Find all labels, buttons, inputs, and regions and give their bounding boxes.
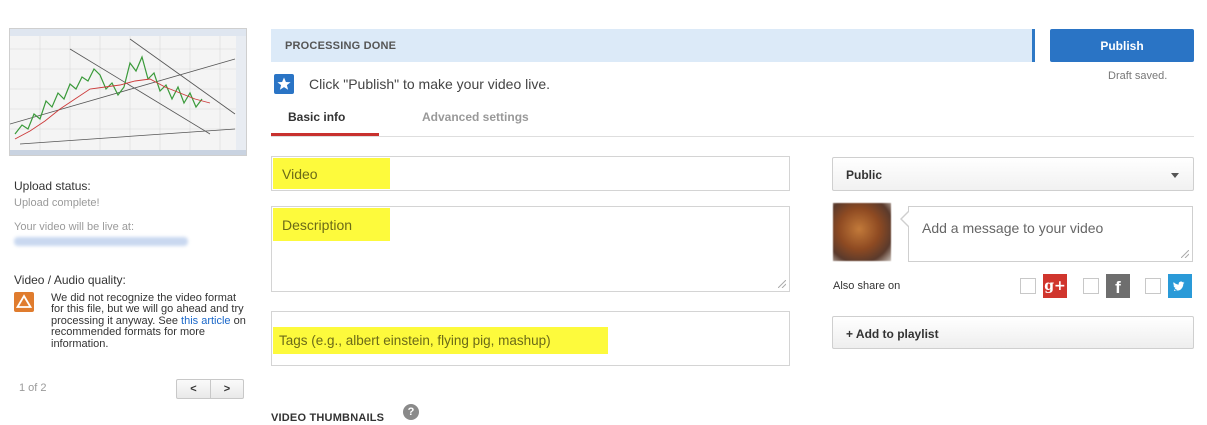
processing-status: PROCESSING DONE [285, 40, 397, 52]
warning-icon [14, 292, 34, 312]
processing-banner: PROCESSING DONE [271, 29, 1035, 62]
video-url-link[interactable] [14, 237, 188, 246]
share-facebook-checkbox[interactable] [1083, 278, 1099, 294]
add-to-playlist-button[interactable]: + Add to playlist [832, 316, 1194, 349]
share-google-checkbox[interactable] [1020, 278, 1036, 294]
tab-advanced-settings[interactable]: Advanced settings [422, 110, 529, 124]
pager-text: 1 of 2 [19, 382, 47, 394]
live-at-label: Your video will be live at: [14, 221, 135, 233]
description-field[interactable]: Description [271, 206, 790, 292]
help-icon[interactable]: ? [403, 404, 419, 420]
add-to-playlist-label: + Add to playlist [846, 327, 939, 341]
share-twitter-checkbox[interactable] [1145, 278, 1161, 294]
publish-hint: Click "Publish" to make your video live. [309, 76, 551, 92]
tags-field[interactable]: Tags (e.g., albert einstein, flying pig,… [271, 311, 790, 366]
upload-status-label: Upload status: [14, 179, 91, 193]
resize-handle-icon[interactable] [778, 280, 786, 288]
message-notch-fill [902, 211, 910, 227]
pager: < > [176, 379, 244, 399]
description-placeholder: Description [273, 208, 390, 241]
video-thumbnail [9, 28, 247, 156]
upload-status-value: Upload complete! [14, 197, 100, 209]
publish-button[interactable]: Publish [1050, 29, 1194, 62]
chevron-down-icon [1171, 173, 1179, 178]
privacy-select[interactable]: Public [832, 157, 1194, 191]
privacy-value: Public [846, 168, 883, 182]
title-field[interactable]: Video [271, 156, 790, 191]
pager-next-button[interactable]: > [210, 380, 243, 398]
resize-handle-icon[interactable] [1181, 250, 1189, 258]
message-placeholder: Add a message to your video [922, 220, 1104, 236]
facebook-icon: f [1106, 274, 1130, 298]
quality-warning-text: We did not recognize the video format fo… [51, 292, 251, 350]
quality-label: Video / Audio quality: [14, 273, 126, 287]
avatar [833, 203, 891, 261]
draft-status: Draft saved. [1108, 70, 1168, 82]
tags-placeholder: Tags (e.g., albert einstein, flying pig,… [273, 327, 608, 354]
tab-basic-info[interactable]: Basic info [288, 110, 345, 124]
google-plus-icon: g+ [1043, 274, 1067, 298]
star-icon [274, 74, 294, 94]
share-label: Also share on [833, 280, 901, 292]
twitter-icon [1168, 274, 1192, 298]
pager-prev-button[interactable]: < [177, 380, 210, 398]
tab-divider [271, 136, 1194, 137]
title-placeholder: Video [273, 158, 390, 189]
video-thumbnails-heading: VIDEO THUMBNAILS [271, 412, 385, 424]
formats-article-link[interactable]: this article [181, 315, 231, 327]
share-message-input[interactable]: Add a message to your video [908, 206, 1193, 262]
